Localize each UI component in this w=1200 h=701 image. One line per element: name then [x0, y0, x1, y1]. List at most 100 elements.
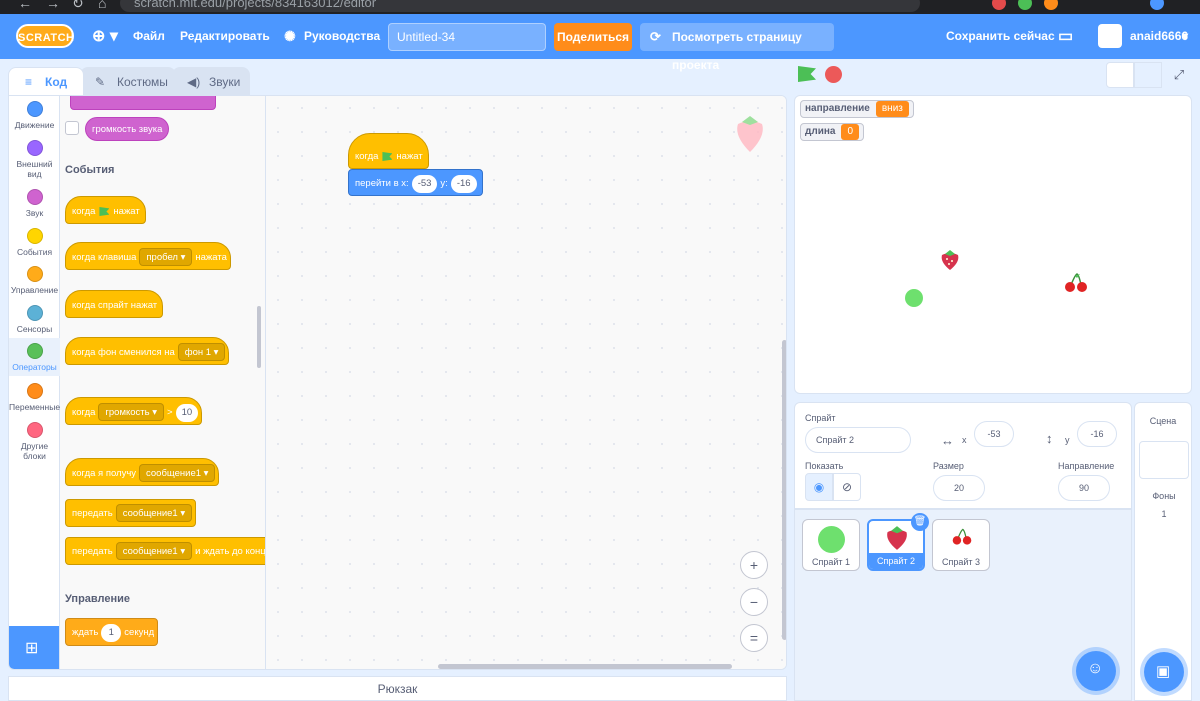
monitor-value: 0 — [841, 124, 860, 140]
menu-tutorials[interactable]: Руководства — [304, 14, 380, 59]
chevron-down-icon[interactable]: ▾ — [1182, 14, 1188, 59]
volume-reporter-block[interactable]: громкость звука — [85, 117, 169, 141]
sprite-thumb-2[interactable]: Спрайт 2 🗑 — [867, 513, 929, 571]
script-canvas[interactable]: когда нажат перейти в x: -53 y: -16 + − = — [266, 96, 786, 669]
wait-seconds-block[interactable]: ждать 1 секунд — [65, 618, 158, 646]
tab-code[interactable]: ≡ Код — [8, 67, 84, 95]
backdrop-thumbnail[interactable] — [1139, 441, 1189, 479]
horizontal-scrollbar[interactable] — [438, 664, 732, 669]
x-position-input[interactable]: -53 — [974, 421, 1014, 447]
sprite-name-input[interactable]: Спрайт 2 — [805, 427, 911, 453]
profile-avatar-icon[interactable] — [1150, 0, 1164, 10]
green-flag-icon — [382, 151, 393, 161]
stage-canvas[interactable]: направление вниз длина 0 — [794, 95, 1192, 394]
category-operators[interactable]: Операторы — [9, 338, 60, 376]
see-project-page-button[interactable]: ⟳ Посмотреть страницу проекта — [640, 23, 834, 72]
backdrop-dropdown[interactable]: фон 1 ▾ — [177, 343, 226, 361]
category-looks[interactable]: Внешний вид — [9, 140, 60, 179]
delete-sprite-icon[interactable]: 🗑 — [911, 513, 929, 531]
variable-monitor: длина 0 — [800, 123, 865, 141]
extension-icon[interactable] — [1044, 0, 1058, 10]
size-input[interactable]: 20 — [933, 475, 985, 501]
when-i-receive-block[interactable]: когда я получу сообщение1 ▾ — [65, 458, 220, 486]
strawberry-sprite[interactable] — [940, 249, 960, 271]
brush-icon: ✎ — [95, 75, 106, 89]
threshold-input[interactable]: 10 — [175, 404, 199, 422]
back-icon[interactable]: ← — [18, 0, 32, 11]
y-input[interactable]: -16 — [450, 175, 477, 193]
broadcast-and-wait-block[interactable]: передать сообщение1 ▾ и ждать до конца — [65, 537, 265, 565]
monitor-value: вниз — [875, 101, 909, 117]
save-now-button[interactable]: Сохранить сейчас — [946, 14, 1055, 59]
fullscreen-icon[interactable]: ⤢ — [1166, 62, 1192, 88]
stage-selector[interactable]: Сцена Фоны 1 ▣ — [1134, 402, 1192, 701]
cherry-sprite[interactable] — [1063, 273, 1089, 293]
add-sprite-button[interactable]: ☺ — [1076, 651, 1116, 691]
extension-icon[interactable] — [992, 0, 1006, 10]
when-backdrop-switches-block[interactable]: когда фон сменился на фон 1 ▾ — [65, 337, 230, 365]
category-dot-icon — [26, 343, 43, 359]
project-title-input[interactable]: Untitled-34 — [388, 23, 546, 51]
small-stage-icon[interactable] — [1106, 62, 1134, 88]
tab-sounds[interactable]: ◀) Звуки — [172, 67, 250, 95]
message-dropdown[interactable]: сообщение1 ▾ — [115, 542, 193, 560]
category-my-blocks[interactable]: Другие блоки — [9, 422, 60, 461]
category-motion[interactable]: Движение — [9, 101, 60, 130]
direction-input[interactable]: 90 — [1058, 475, 1110, 501]
category-sound[interactable]: Звук — [9, 189, 60, 218]
category-control[interactable]: Управление — [9, 266, 60, 295]
y-position-input[interactable]: -16 — [1077, 421, 1117, 447]
tab-costumes[interactable]: ✎ Костюмы — [80, 67, 176, 95]
sound-block[interactable] — [70, 96, 216, 110]
when-key-pressed-block[interactable]: когда клавиша пробел ▾ нажата — [65, 242, 231, 270]
category-events[interactable]: События — [9, 228, 60, 257]
scratch-logo[interactable]: SCRATCH — [16, 24, 74, 48]
add-extension-button[interactable]: ⊞ — [9, 626, 59, 669]
volume-checkbox[interactable] — [65, 121, 79, 135]
zoom-out-button[interactable]: − — [740, 588, 768, 616]
category-sensing[interactable]: Сенсоры — [9, 305, 60, 334]
show-eye-icon[interactable]: ◉ — [805, 473, 833, 501]
large-stage-icon[interactable] — [1134, 62, 1162, 88]
category-variables[interactable]: Переменные — [9, 383, 60, 412]
sprite-thumb-label: Спрайт 1 — [811, 557, 851, 567]
green-ball-sprite[interactable] — [905, 289, 923, 307]
sprite-thumb-1[interactable]: Спрайт 1 — [802, 519, 860, 571]
stop-icon[interactable] — [825, 66, 842, 83]
script-go-to-xy[interactable]: перейти в x: -53 y: -16 — [348, 169, 484, 196]
wait-input[interactable]: 1 — [101, 624, 122, 642]
green-flag-icon[interactable] — [798, 66, 816, 82]
key-dropdown[interactable]: пробел ▾ — [139, 248, 193, 266]
address-bar[interactable]: scratch.mit.edu/projects/834163012/edito… — [120, 0, 920, 12]
vertical-arrows-icon: ↕ — [1046, 431, 1053, 446]
zoom-reset-button[interactable]: = — [740, 624, 768, 652]
add-backdrop-button[interactable]: ▣ — [1144, 652, 1184, 692]
username-label[interactable]: anaid6666 — [1130, 14, 1188, 59]
backpack-bar[interactable]: Рюкзак — [8, 676, 787, 701]
extension-icon[interactable] — [1018, 0, 1032, 10]
when-sprite-clicked-block[interactable]: когда спрайт нажат — [65, 290, 164, 318]
folder-icon[interactable]: ▭ — [1058, 14, 1073, 59]
script-when-flag-clicked[interactable]: когда нажат — [348, 133, 430, 169]
language-globe-icon[interactable]: ⊕ ▾ — [92, 14, 118, 59]
vertical-scrollbar[interactable] — [782, 340, 786, 640]
home-icon[interactable]: ⌂ — [98, 0, 106, 11]
palette-scrollbar[interactable] — [257, 306, 261, 368]
x-input[interactable]: -53 — [411, 175, 438, 193]
message-dropdown[interactable]: сообщение1 ▾ — [115, 504, 193, 522]
hide-eye-icon[interactable]: ⊘ — [833, 473, 861, 501]
menu-file[interactable]: Файл — [133, 14, 165, 59]
sprite-thumb-3[interactable]: Спрайт 3 — [932, 519, 990, 571]
loudness-dropdown[interactable]: громкость ▾ — [98, 403, 165, 421]
user-avatar[interactable] — [1098, 24, 1122, 48]
menu-edit[interactable]: Редактировать — [180, 14, 270, 59]
reload-icon[interactable]: ↻ — [72, 0, 84, 12]
horizontal-arrows-icon: ↔ — [941, 433, 954, 448]
zoom-in-button[interactable]: + — [740, 551, 768, 579]
when-flag-clicked-block[interactable]: когда нажат — [65, 196, 147, 224]
share-button[interactable]: Поделиться — [554, 23, 632, 51]
message-dropdown[interactable]: сообщение1 ▾ — [139, 464, 216, 482]
broadcast-block[interactable]: передать сообщение1 ▾ — [65, 499, 197, 527]
forward-icon[interactable]: → — [46, 0, 60, 11]
when-greater-than-block[interactable]: когда громкость ▾ >10 — [65, 397, 203, 425]
